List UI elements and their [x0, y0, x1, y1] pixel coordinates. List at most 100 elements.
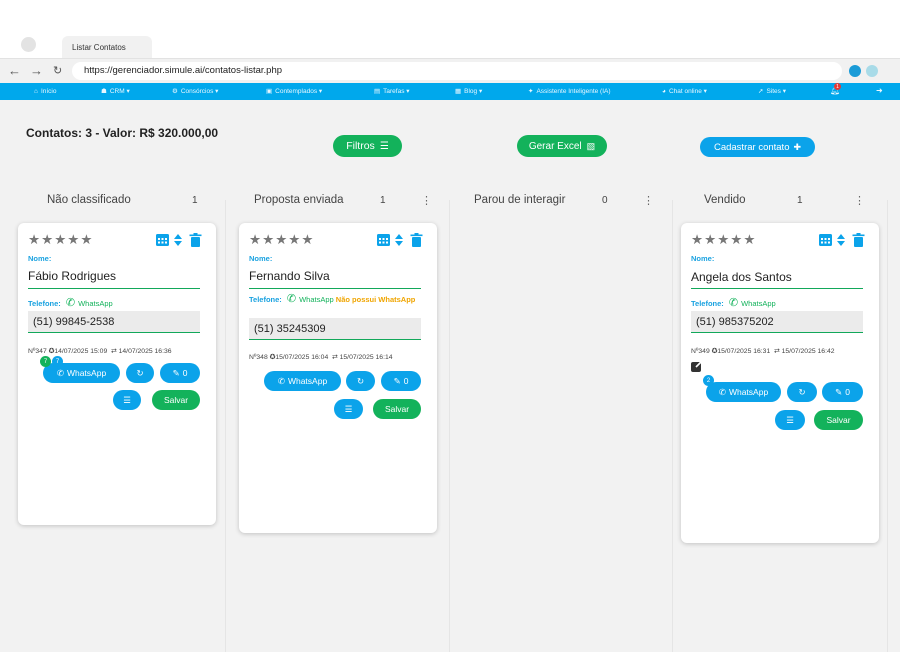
refresh-icon: ↻: [798, 386, 806, 397]
nav-item-chat[interactable]: ◕ Chat online ▾: [662, 87, 707, 96]
home-icon: ⌂: [34, 88, 38, 95]
clipboard-icon: ▤: [374, 88, 381, 95]
refresh-button[interactable]: ↻: [346, 371, 375, 391]
no-whatsapp-warning: Não possui WhatsApp: [335, 295, 416, 304]
rating-stars[interactable]: ★★★★★: [691, 232, 757, 248]
list-icon: ☰: [123, 394, 131, 405]
save-button[interactable]: Salvar: [814, 410, 863, 430]
url-text: https://gerenciador.simule.ai/contatos-l…: [84, 65, 283, 76]
excel-file-icon: ▧: [586, 140, 596, 151]
chat-icon: ◕: [662, 88, 666, 95]
user-plus-icon: ✚: [793, 141, 802, 152]
message-badge: 2: [703, 375, 714, 386]
nav-item-consorcios[interactable]: ⚙ Consórcios ▾: [172, 87, 218, 96]
app-nav: ⌂ Início ☗ CRM ▾ ⚙ Consórcios ▾ ▣ Contemplad…: [0, 83, 900, 100]
filters-button[interactable]: Filtros ☰: [333, 135, 402, 157]
contact-card[interactable]: ★★★★★ Nome: Fernando Silva Telefone: ✆ Wh…: [239, 223, 437, 533]
whatsapp-icon: ✆: [728, 297, 739, 309]
notes-button[interactable]: ✎ 0: [381, 371, 421, 391]
forward-arrow-icon[interactable]: →: [30, 63, 43, 79]
whatsapp-button[interactable]: ✆ WhatsApp: [264, 371, 341, 391]
refresh-icon: ↻: [356, 375, 365, 386]
whatsapp-icon: ✆: [718, 386, 726, 397]
refresh-button[interactable]: ↻: [126, 363, 154, 383]
column-menu-icon[interactable]: ⋮: [854, 194, 865, 207]
contact-card[interactable]: ★★★★★ Nome: Fábio Rodrigues Telefone: ✆ W…: [18, 223, 216, 525]
list-icon: ☰: [786, 414, 794, 425]
column-divider: [887, 200, 888, 652]
edit-icon: ✎: [835, 386, 843, 397]
save-button[interactable]: Salvar: [152, 390, 200, 410]
column-menu-icon[interactable]: ⋮: [643, 194, 654, 207]
phone-field[interactable]: (51) 985375202: [691, 311, 863, 333]
card-action-icons[interactable]: [155, 232, 205, 248]
window-control-icon[interactable]: [21, 37, 36, 52]
card-action-icons[interactable]: [376, 232, 426, 248]
logout-icon[interactable]: ➜: [876, 86, 883, 95]
ai-icon: ✦: [528, 88, 534, 95]
list-button[interactable]: ☰: [113, 390, 141, 410]
gear-icon: ⚙: [172, 88, 178, 95]
rating-stars[interactable]: ★★★★★: [28, 232, 94, 248]
url-input[interactable]: https://gerenciador.simule.ai/contatos-l…: [72, 62, 842, 80]
column-count: 0: [602, 195, 608, 206]
contact-card[interactable]: ★★★★★ Nome: Angela dos Santos Telefone: …: [681, 223, 879, 543]
card-meta: Nº349 ✪15/07/2025 16:31 ⇄ 15/07/2025 16:…: [691, 348, 835, 355]
nav-item-blog[interactable]: ▦ Blog ▾: [455, 87, 482, 96]
column-title: Parou de interagir: [474, 194, 566, 206]
list-button[interactable]: ☰: [334, 399, 363, 419]
column-title: Vendido: [704, 194, 746, 206]
sync-icon: ⇄: [111, 348, 117, 355]
contact-name[interactable]: Angela dos Santos: [691, 270, 792, 284]
card-controls: [376, 232, 426, 253]
id-card-icon: ▣: [266, 88, 273, 95]
notes-button[interactable]: ✎ 0: [822, 382, 863, 402]
column-count: 1: [380, 195, 386, 206]
name-label: Nome:: [691, 254, 715, 263]
image-icon: ▦: [455, 88, 462, 95]
nav-item-sites[interactable]: ➚ Sites ▾: [758, 87, 786, 96]
column-divider: [225, 200, 226, 652]
list-button[interactable]: ☰: [775, 410, 805, 430]
phone-field[interactable]: (51) 35245309: [249, 318, 421, 340]
column-menu-icon[interactable]: ⋮: [421, 194, 432, 207]
refresh-icon: ↻: [136, 367, 144, 378]
sync-icon: ⇄: [332, 354, 338, 361]
nav-item-inicio[interactable]: ⌂ Início: [34, 87, 56, 96]
phone-field[interactable]: (51) 99845-2538: [28, 311, 200, 333]
tab-title: Listar Contatos: [72, 43, 126, 52]
rating-stars[interactable]: ★★★★★: [249, 232, 315, 248]
unread-badge: 7: [40, 356, 51, 367]
card-meta: Nº348 ✪15/07/2025 16:04 ⇄ 15/07/2025 16:…: [249, 354, 393, 361]
name-underline: [249, 288, 421, 289]
profile-icon[interactable]: [866, 65, 878, 77]
phone-label: Telefone: ✆ WhatsApp: [691, 297, 776, 309]
notes-button[interactable]: ✎ 0: [160, 363, 200, 383]
phone-label: Telefone: ✆ WhatsApp: [28, 297, 113, 309]
nav-item-tarefas[interactable]: ▤ Tarefas ▾: [374, 87, 410, 96]
contact-name[interactable]: Fábio Rodrigues: [28, 269, 116, 283]
address-bar: ← → ↻ https://gerenciador.simule.ai/cont…: [0, 58, 900, 83]
whatsapp-button[interactable]: ✆ WhatsApp: [706, 382, 781, 402]
whatsapp-icon: ✆: [65, 297, 76, 309]
browser-tab[interactable]: Listar Contatos: [62, 36, 152, 58]
column-divider: [449, 200, 450, 652]
card-action-icons[interactable]: [818, 232, 868, 248]
save-button[interactable]: Salvar: [373, 399, 421, 419]
nav-item-crm[interactable]: ☗ CRM ▾: [101, 87, 130, 96]
contact-name[interactable]: Fernando Silva: [249, 269, 330, 283]
column-title: Proposta enviada: [254, 194, 344, 206]
refresh-button[interactable]: ↻: [787, 382, 817, 402]
add-contact-button[interactable]: Cadastrar contato ✚: [700, 137, 815, 157]
export-excel-button[interactable]: Gerar Excel ▧: [517, 135, 607, 157]
back-arrow-icon[interactable]: ←: [8, 63, 21, 79]
message-badge: 7: [52, 356, 63, 367]
nav-item-assistente[interactable]: ✦ Assistente Inteligente (IA): [528, 87, 611, 96]
share-icon[interactable]: [690, 359, 704, 378]
column-divider: [672, 200, 673, 652]
page-content: Contatos: 3 - Valor: R$ 320.000,00 Filtr…: [0, 100, 900, 652]
phone-label: Telefone: ✆ WhatsApp Não possui WhatsApp: [249, 293, 416, 305]
nav-item-contemplados[interactable]: ▣ Contemplados ▾: [266, 87, 322, 96]
extension-icon[interactable]: [849, 65, 861, 77]
reload-icon[interactable]: ↻: [53, 63, 62, 79]
